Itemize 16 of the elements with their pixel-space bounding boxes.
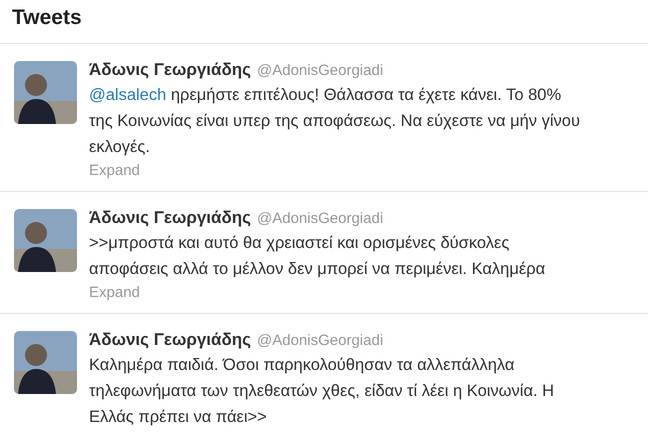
avatar-photo-placeholder[interactable]	[14, 61, 77, 124]
mention-link[interactable]: @alsalech	[89, 86, 166, 104]
expand-link[interactable]: Expand	[89, 162, 580, 179]
expand-link[interactable]: Expand	[89, 284, 546, 301]
tweet-text: >>μπροστά και αυτό θα χρειαστεί και ορισμένες δύσκολες αποφάσεις αλλά το μέλλον δεν μπορεί να περιμένει. Καλημέρα	[89, 233, 546, 280]
tweet-text: Καλημέρα παιδιά. Όσοι παρηκολούθησαν τα αλλεπάλληλα τηλεφωνήματα των τηλεθεατών χθες, είδαν τί λέει η Κοινωνία. Η Ελλάς πρέπει να πάει>>	[89, 355, 554, 428]
avatar-photo-placeholder[interactable]	[14, 331, 77, 394]
section-title: Tweets	[12, 6, 82, 29]
author-name[interactable]: Άδωνις Γεωργιάδης	[89, 208, 252, 228]
author-handle[interactable]: @AdonisGeorgiadi	[257, 62, 384, 79]
tweet-text: @alsalech ηρεμήστε επιτέλους! Θάλασσα τα έχετε κάνει. Το 80% της Κοινωνίας είναι υπερ της αποφάσεως. Να εύχεστε να μήν γίνου εκλογές.	[89, 85, 580, 158]
author-handle[interactable]: @AdonisGeorgiadi	[257, 332, 384, 349]
author-name[interactable]: Άδωνις Γεωργιάδης	[89, 330, 252, 350]
author-name[interactable]: Άδωνις Γεωργιάδης	[89, 60, 252, 80]
author-handle[interactable]: @AdonisGeorgiadi	[257, 210, 384, 227]
avatar-photo-placeholder[interactable]	[14, 209, 77, 272]
